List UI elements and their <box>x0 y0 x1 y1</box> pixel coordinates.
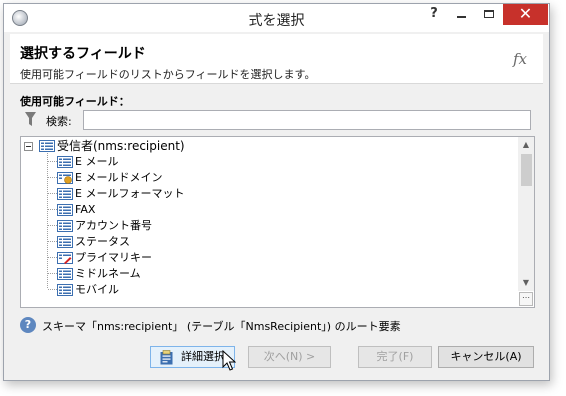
next-button[interactable]: 次へ(N) > <box>248 346 331 368</box>
tree-item-label: プライマリキー <box>75 251 152 264</box>
vertical-scrollbar[interactable]: ▲ ▼ <box>518 137 534 291</box>
tree-item-label: E メールフォーマット <box>75 187 185 200</box>
maximize-button[interactable] <box>475 4 503 25</box>
mouse-cursor-icon <box>222 350 236 371</box>
finish-button[interactable]: 完了(F) <box>358 346 432 368</box>
field-icon <box>57 204 73 216</box>
available-fields-label: 使用可能フィールド： <box>20 95 130 108</box>
tree-item-label: E メールドメイン <box>75 171 163 184</box>
tree-item-label: ミドルネーム <box>75 267 141 280</box>
scroll-down-arrow-icon[interactable]: ▼ <box>518 275 534 291</box>
field-icon <box>57 188 73 200</box>
filter-icon <box>25 112 36 126</box>
search-label: 検索: <box>46 115 72 128</box>
tree-item-label: モバイル <box>75 283 119 296</box>
close-button[interactable]: ✕ <box>503 4 548 25</box>
minimize-button[interactable] <box>447 4 475 25</box>
help-button[interactable]: ? <box>421 4 447 25</box>
computed-field-icon <box>57 172 73 184</box>
page-title: 選択するフィールド <box>20 46 146 62</box>
tree-item-label: FAX <box>75 203 96 216</box>
status-bar: ? スキーマ「nms:recipient」 (テーブル「NmsRecipient… <box>20 316 540 334</box>
wizard-header: 選択するフィールド 使用可能フィールドのリストからフィールドを選択します。 fx <box>10 34 543 84</box>
field-tree[interactable]: 受信者(nms:recipient) E メール E メールドメイン E メール… <box>20 136 535 308</box>
field-icon <box>57 284 73 296</box>
more-options-button[interactable]: ⋯ <box>519 292 533 306</box>
minimize-icon <box>456 16 466 18</box>
primary-key-icon <box>57 252 73 264</box>
status-text: スキーマ「nms:recipient」 (テーブル「NmsRecipient」)… <box>42 320 401 333</box>
field-icon <box>57 236 73 248</box>
field-icon <box>57 156 73 168</box>
search-input[interactable] <box>83 110 531 130</box>
tree-item-label: ステータス <box>75 235 130 248</box>
tree-item-label: E メール <box>75 155 119 168</box>
title-bar[interactable]: 式を選択 ? ✕ <box>4 4 549 32</box>
field-icon <box>57 268 73 280</box>
tree-item-label: アカウント番号 <box>75 219 152 232</box>
page-subtitle: 使用可能フィールドのリストからフィールドを選択します。 <box>20 68 316 81</box>
cancel-button[interactable]: キャンセル(A) <box>438 346 534 368</box>
scroll-up-arrow-icon[interactable]: ▲ <box>518 137 534 153</box>
scrollbar-thumb[interactable] <box>521 154 532 186</box>
info-icon: ? <box>20 317 36 333</box>
clipboard-icon <box>160 350 173 365</box>
table-list-icon <box>39 140 55 152</box>
dialog-window: 式を選択 ? ✕ 選択するフィールド 使用可能フィールドのリストからフィールドを… <box>3 3 550 381</box>
fx-icon: fx <box>512 50 527 68</box>
detail-select-label: 詳細選択 <box>181 350 225 363</box>
tree-root-label: 受信者(nms:recipient) <box>57 139 185 153</box>
collapse-toggle[interactable] <box>24 142 33 151</box>
field-icon <box>57 220 73 232</box>
maximize-icon <box>484 10 494 18</box>
